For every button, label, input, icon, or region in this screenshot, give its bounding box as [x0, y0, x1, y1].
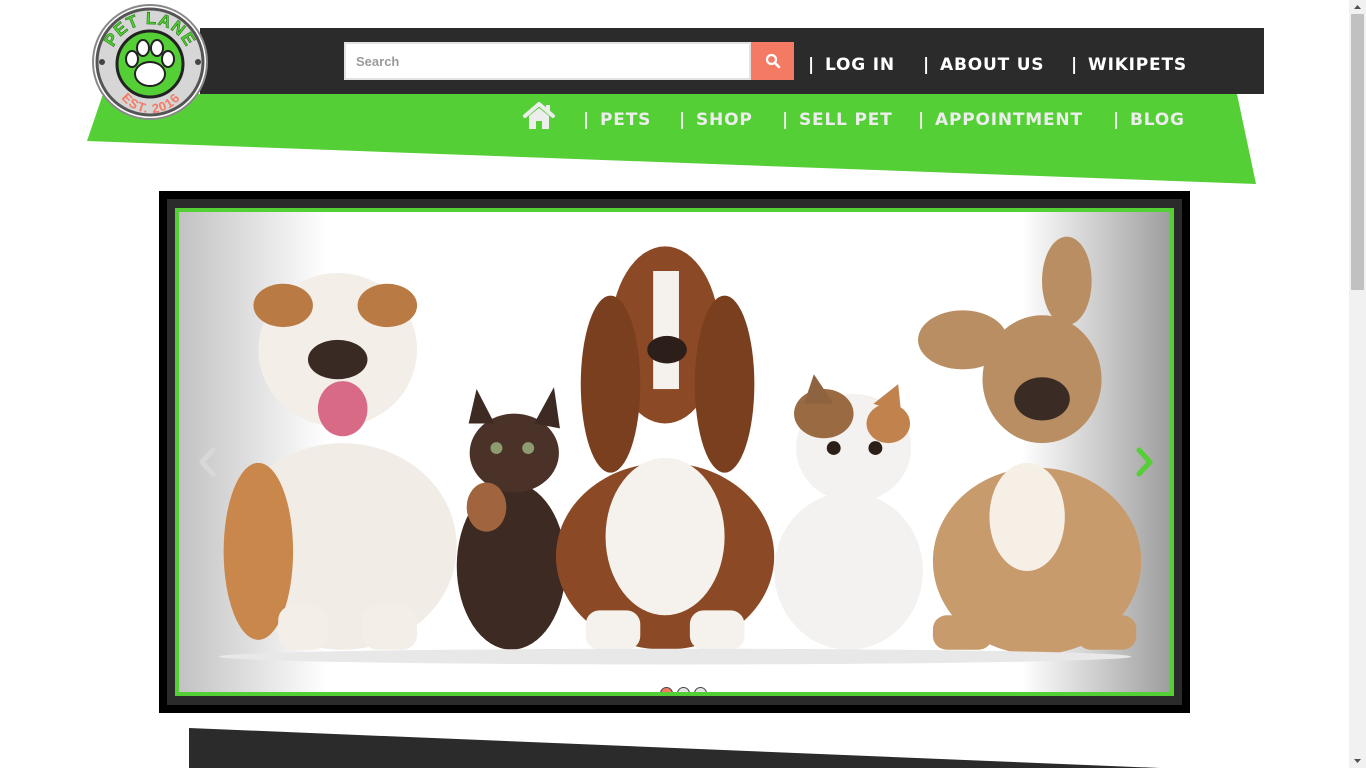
carousel-inner-frame	[167, 199, 1182, 705]
carousel-indicators	[660, 687, 707, 692]
nav-shop[interactable]: | SHOP	[679, 108, 753, 132]
nav-label: LOG IN	[825, 55, 895, 75]
nav-label: ABOUT US	[940, 55, 1045, 75]
search-icon	[765, 53, 780, 69]
nav-label: SELL PET	[799, 110, 893, 130]
chevron-left-icon	[199, 447, 216, 477]
hero-carousel	[159, 191, 1190, 713]
nav-sell-pet[interactable]: | SELL PET	[782, 108, 893, 132]
nav-separator: |	[1113, 110, 1121, 130]
scroll-up-arrow[interactable]	[1349, 0, 1366, 14]
nav-label: PETS	[600, 110, 652, 130]
carousel-indicator-1[interactable]	[660, 687, 673, 692]
section-dark-band	[189, 728, 1160, 768]
nav-separator: |	[923, 55, 931, 75]
home-icon	[523, 102, 555, 129]
nav-home[interactable]	[522, 101, 556, 131]
carousel-slide	[175, 208, 1174, 696]
nav-about-us[interactable]: | ABOUT US	[923, 53, 1044, 77]
nav-label: BLOG	[1130, 110, 1185, 130]
nav-separator: |	[782, 110, 790, 130]
search-bar	[344, 42, 794, 80]
triangle-down-icon	[1354, 759, 1361, 763]
carousel-indicator-2[interactable]	[677, 687, 690, 692]
nav-separator: |	[679, 110, 687, 130]
scroll-down-arrow[interactable]	[1349, 754, 1366, 768]
pet-lane-logo[interactable]: PET LANE EST. 2016	[90, 2, 210, 122]
chevron-right-icon	[1136, 447, 1153, 477]
logo-badge: PET LANE EST. 2016	[92, 4, 208, 120]
nav-blog[interactable]: | BLOG	[1113, 108, 1185, 132]
carousel-indicator-3[interactable]	[694, 687, 707, 692]
search-input[interactable]	[344, 42, 751, 80]
carousel-next-button[interactable]	[1129, 444, 1159, 480]
nav-separator: |	[918, 110, 926, 130]
nav-wikipets[interactable]: | WIKIPETS	[1071, 53, 1187, 77]
pets-group-photo	[179, 212, 1170, 692]
search-button[interactable]	[751, 42, 794, 80]
page: PET LANE EST. 2016 | LOG	[0, 0, 1349, 768]
scrollbar-thumb[interactable]	[1351, 14, 1364, 290]
nav-label: SHOP	[696, 110, 753, 130]
nav-label: APPOINTMENT	[935, 110, 1083, 130]
page-scrollbar[interactable]	[1349, 0, 1366, 768]
nav-separator: |	[583, 110, 591, 130]
nav-log-in[interactable]: | LOG IN	[808, 53, 895, 77]
carousel-prev-button[interactable]	[193, 444, 223, 480]
triangle-up-icon	[1354, 5, 1361, 9]
nav-appointment[interactable]: | APPOINTMENT	[918, 108, 1083, 132]
nav-separator: |	[808, 55, 816, 75]
nav-pets[interactable]: | PETS	[583, 108, 651, 132]
nav-separator: |	[1071, 55, 1079, 75]
nav-label: WIKIPETS	[1088, 55, 1187, 75]
